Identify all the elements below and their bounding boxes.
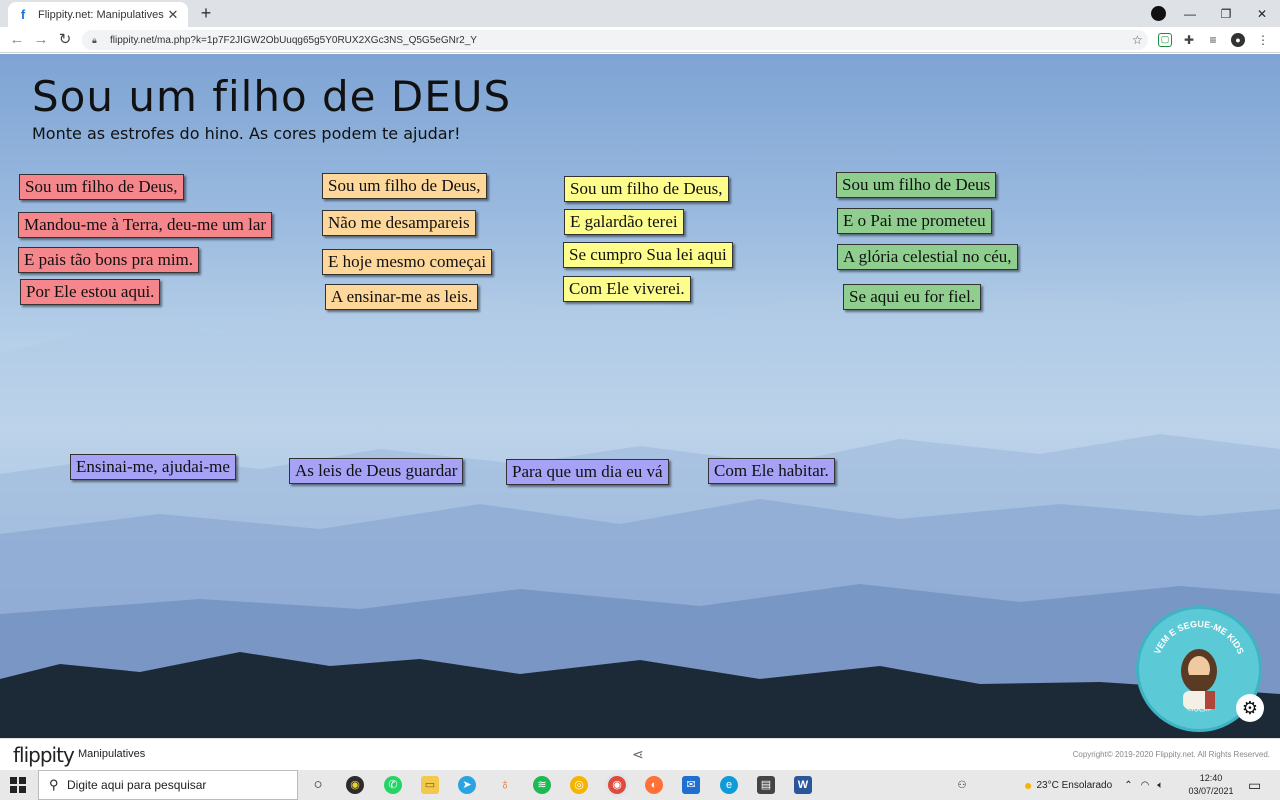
network-icon[interactable]: ◠ bbox=[1141, 780, 1150, 791]
task-view-icon[interactable]: ○ bbox=[309, 776, 327, 794]
windows-taskbar: ⚲ Digite aqui para pesquisar ○ ◉ ✆ ▭ ➤ ♁… bbox=[0, 770, 1280, 800]
notifications-icon[interactable]: ▭ bbox=[1248, 777, 1261, 794]
page-title: Sou um filho de DEUS bbox=[32, 72, 512, 121]
purple-card[interactable]: Ensinai-me, ajudai-me bbox=[70, 454, 236, 480]
system-tray: ⚇ ● 23°C Ensolarado ⌃ ◠ 🔈︎ bbox=[952, 770, 1164, 800]
orange-card[interactable]: A ensinar-me as leis. bbox=[325, 284, 479, 310]
yellow-card[interactable]: E galardão terei bbox=[564, 209, 684, 235]
file-explorer-icon[interactable]: ▭ bbox=[421, 776, 439, 794]
weather-text[interactable]: 23°C Ensolarado bbox=[1036, 780, 1112, 791]
red-card[interactable]: Mandou-me à Terra, deu-me um lar bbox=[18, 212, 273, 238]
word-icon[interactable]: W bbox=[794, 776, 812, 794]
windows-start-icon[interactable] bbox=[10, 777, 26, 793]
flippity-favicon-icon: f bbox=[20, 6, 26, 22]
minimize-icon[interactable]: — bbox=[1172, 7, 1208, 21]
browser-tab[interactable]: f Flippity.net: Manipulatives ✕ bbox=[8, 2, 188, 27]
close-tab-icon[interactable]: ✕ bbox=[166, 7, 180, 23]
volume-icon[interactable]: 🔈︎ bbox=[1157, 780, 1163, 791]
mountain-background bbox=[0, 292, 1280, 738]
reading-list-icon[interactable]: ≡ bbox=[1206, 33, 1220, 47]
mail-icon[interactable]: ✉ bbox=[682, 776, 700, 794]
taskbar-clock[interactable]: 12:40 03/07/2021 bbox=[1188, 772, 1234, 798]
restore-icon[interactable]: ❐ bbox=[1208, 7, 1244, 21]
address-bar[interactable]: 🔒︎ flippity.net/ma.php?k=1p7F2JIGW2ObUuq… bbox=[82, 30, 1148, 50]
browser-toolbar: ← → ↻ 🔒︎ flippity.net/ma.php?k=1p7F2JIGW… bbox=[0, 27, 1280, 53]
browser-tab-strip: f Flippity.net: Manipulatives ✕ + — ❐ ✕ bbox=[0, 0, 1280, 27]
extension-icon[interactable]: ▢ bbox=[1158, 33, 1172, 47]
settings-gear-icon[interactable]: ⚙ bbox=[1236, 694, 1264, 722]
menu-kebab-icon[interactable]: ⋮ bbox=[1256, 33, 1270, 47]
purple-card[interactable]: Com Ele habitar. bbox=[708, 458, 835, 484]
chrome-icon[interactable]: ◉ bbox=[608, 776, 626, 794]
green-card[interactable]: Se aqui eu for fiel. bbox=[843, 284, 982, 310]
microphone-app-icon[interactable]: ♁ bbox=[496, 776, 514, 794]
share-icon[interactable]: ⋖ bbox=[632, 746, 644, 763]
yellow-card[interactable]: Se cumpro Sua lei aqui bbox=[563, 242, 733, 268]
browser-app-icon[interactable]: ◎ bbox=[570, 776, 588, 794]
back-icon[interactable]: ← bbox=[8, 31, 26, 49]
app-name: Manipulatives bbox=[78, 748, 146, 760]
close-window-icon[interactable]: ✕ bbox=[1244, 7, 1280, 21]
edge-icon[interactable]: e bbox=[720, 776, 738, 794]
window-controls: — ❐ ✕ bbox=[1172, 0, 1280, 27]
clock-time: 12:40 bbox=[1199, 773, 1223, 783]
orange-card[interactable]: E hoje mesmo começai bbox=[322, 249, 493, 275]
flippity-logo[interactable]: flippity bbox=[13, 743, 75, 767]
manipulatives-page: Sou um filho de DEUS Monte as estrofes d… bbox=[0, 54, 1280, 738]
telegram-icon[interactable]: ➤ bbox=[458, 776, 476, 794]
red-card[interactable]: Por Ele estou aqui. bbox=[20, 279, 161, 305]
taskbar-search-box[interactable]: ⚲ Digite aqui para pesquisar bbox=[38, 770, 298, 800]
orange-card[interactable]: Sou um filho de Deus, bbox=[322, 173, 487, 199]
search-icon: ⚲ bbox=[49, 777, 59, 792]
reload-icon[interactable]: ↻ bbox=[56, 31, 74, 49]
purple-card[interactable]: As leis de Deus guardar bbox=[289, 458, 464, 484]
green-card[interactable]: E o Pai me prometeu bbox=[837, 208, 992, 234]
yellow-card[interactable]: Sou um filho de Deus, bbox=[564, 176, 729, 202]
yellow-card[interactable]: Com Ele viverei. bbox=[563, 276, 691, 302]
orange-card[interactable]: Não me desampareis bbox=[322, 210, 476, 236]
flippity-footer: flippity Manipulatives ⋖ Copyright© 2019… bbox=[0, 738, 1280, 770]
media-control-icon[interactable] bbox=[1151, 6, 1166, 21]
profile-avatar-icon[interactable]: ● bbox=[1231, 33, 1245, 47]
chevron-up-icon[interactable]: ⌃ bbox=[1124, 780, 1132, 791]
spotify-icon[interactable]: ≋ bbox=[533, 776, 551, 794]
purple-card[interactable]: Para que um dia eu vá bbox=[506, 459, 669, 485]
copyright-text: Copyright© 2019-2020 Flippity.net. All R… bbox=[1072, 750, 1270, 759]
forward-icon[interactable]: → bbox=[32, 31, 50, 49]
green-card[interactable]: Sou um filho de Deus bbox=[836, 172, 997, 198]
tab-title: Flippity.net: Manipulatives bbox=[38, 8, 164, 21]
red-card[interactable]: E pais tão bons pra mim. bbox=[18, 247, 200, 273]
page-subtitle: Monte as estrofes do hino. As cores pode… bbox=[32, 124, 461, 143]
taskbar-search-placeholder: Digite aqui para pesquisar bbox=[67, 778, 207, 792]
whatsapp-icon[interactable]: ✆ bbox=[384, 776, 402, 794]
puzzle-extensions-icon[interactable]: ✚ bbox=[1182, 33, 1196, 47]
clock-date: 03/07/2021 bbox=[1188, 786, 1234, 796]
store-icon[interactable]: ▤ bbox=[757, 776, 775, 794]
lock-icon: 🔒︎ bbox=[92, 34, 97, 45]
bookmark-star-icon[interactable]: ☆ bbox=[1132, 33, 1148, 47]
people-icon[interactable]: ⚇ bbox=[952, 780, 972, 791]
weather-sun-icon[interactable]: ● bbox=[1024, 777, 1032, 793]
url-text: flippity.net/ma.php?k=1p7F2JIGW2ObUuqg65… bbox=[110, 34, 477, 46]
new-tab-button[interactable]: + bbox=[196, 4, 216, 22]
app-circle-icon[interactable]: ◉ bbox=[346, 776, 364, 794]
green-card[interactable]: A glória celestial no céu, bbox=[837, 244, 1018, 270]
red-card[interactable]: Sou um filho de Deus, bbox=[19, 174, 184, 200]
firefox-icon[interactable]: ◐ bbox=[645, 776, 663, 794]
